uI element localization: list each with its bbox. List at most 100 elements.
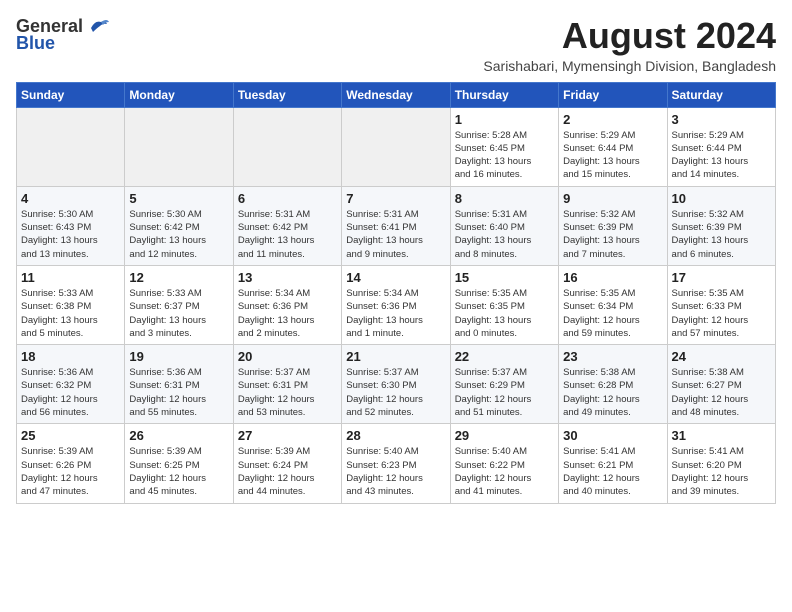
calendar-cell: 26Sunrise: 5:39 AMSunset: 6:25 PMDayligh… — [125, 424, 233, 503]
calendar-week-row: 1Sunrise: 5:28 AMSunset: 6:45 PMDaylight… — [17, 107, 776, 186]
day-number: 18 — [21, 349, 120, 364]
day-info: Sunrise: 5:35 AMSunset: 6:35 PMDaylight:… — [455, 287, 554, 340]
calendar-table: SundayMondayTuesdayWednesdayThursdayFrid… — [16, 82, 776, 504]
calendar-cell: 23 Sunrise: 5:38 AMSunset: 6:28 PMDayligh… — [559, 345, 667, 424]
day-info: Sunrise: 5:31 AMSunset: 6:42 PMDaylight:… — [238, 208, 337, 261]
calendar-cell: 13 Sunrise: 5:34 AMSunset: 6:36 PMDayligh… — [233, 265, 341, 344]
calendar-cell: 30Sunrise: 5:41 AMSunset: 6:21 PMDayligh… — [559, 424, 667, 503]
day-info: Sunrise: 5:31 AMSunset: 6:40 PMDaylight:… — [455, 208, 554, 261]
calendar-week-row: 18Sunrise: 5:36 AMSunset: 6:32 PMDayligh… — [17, 345, 776, 424]
calendar-cell: 28Sunrise: 5:40 AMSunset: 6:23 PMDayligh… — [342, 424, 450, 503]
day-info: Sunrise: 5:38 AMSunset: 6:28 PMDaylight:… — [563, 366, 662, 419]
day-number: 29 — [455, 428, 554, 443]
day-info: Sunrise: 5:30 AMSunset: 6:42 PMDaylight:… — [129, 208, 228, 261]
calendar-cell: 8 Sunrise: 5:31 AMSunset: 6:40 PMDaylight… — [450, 186, 558, 265]
day-number: 7 — [346, 191, 445, 206]
day-info: Sunrise: 5:40 AMSunset: 6:22 PMDaylight:… — [455, 445, 554, 498]
calendar-cell: 6 Sunrise: 5:31 AMSunset: 6:42 PMDaylight… — [233, 186, 341, 265]
weekday-header-tuesday: Tuesday — [233, 82, 341, 107]
day-number: 20 — [238, 349, 337, 364]
day-info: Sunrise: 5:35 AMSunset: 6:34 PMDaylight:… — [563, 287, 662, 340]
day-info: Sunrise: 5:37 AMSunset: 6:29 PMDaylight:… — [455, 366, 554, 419]
day-info: Sunrise: 5:33 AMSunset: 6:38 PMDaylight:… — [21, 287, 120, 340]
calendar-week-row: 4 Sunrise: 5:30 AMSunset: 6:43 PMDaylight… — [17, 186, 776, 265]
calendar-cell: 29 Sunrise: 5:40 AMSunset: 6:22 PMDayligh… — [450, 424, 558, 503]
calendar-cell: 15 Sunrise: 5:35 AMSunset: 6:35 PMDayligh… — [450, 265, 558, 344]
day-number: 17 — [672, 270, 771, 285]
calendar-cell — [17, 107, 125, 186]
calendar-cell: 10 Sunrise: 5:32 AMSunset: 6:39 PMDayligh… — [667, 186, 775, 265]
day-number: 14 — [346, 270, 445, 285]
day-number: 4 — [21, 191, 120, 206]
weekday-header-friday: Friday — [559, 82, 667, 107]
calendar-cell: 20 Sunrise: 5:37 AMSunset: 6:31 PMDayligh… — [233, 345, 341, 424]
calendar-cell: 27Sunrise: 5:39 AMSunset: 6:24 PMDayligh… — [233, 424, 341, 503]
calendar-cell: 17Sunrise: 5:35 AMSunset: 6:33 PMDayligh… — [667, 265, 775, 344]
day-number: 19 — [129, 349, 228, 364]
calendar-cell: 1Sunrise: 5:28 AMSunset: 6:45 PMDaylight… — [450, 107, 558, 186]
weekday-header-sunday: Sunday — [17, 82, 125, 107]
day-number: 25 — [21, 428, 120, 443]
calendar-cell: 4 Sunrise: 5:30 AMSunset: 6:43 PMDaylight… — [17, 186, 125, 265]
calendar-cell: 22 Sunrise: 5:37 AMSunset: 6:29 PMDayligh… — [450, 345, 558, 424]
header: General Blue August 2024 Sarishabari, My… — [16, 16, 776, 74]
calendar-cell: 25 Sunrise: 5:39 AMSunset: 6:26 PMDayligh… — [17, 424, 125, 503]
calendar-week-row: 11 Sunrise: 5:33 AMSunset: 6:38 PMDayligh… — [17, 265, 776, 344]
day-info: Sunrise: 5:39 AMSunset: 6:25 PMDaylight:… — [129, 445, 228, 498]
day-number: 1 — [455, 112, 554, 127]
calendar-cell — [233, 107, 341, 186]
calendar-cell: 12Sunrise: 5:33 AMSunset: 6:37 PMDayligh… — [125, 265, 233, 344]
calendar-cell: 3 Sunrise: 5:29 AMSunset: 6:44 PMDaylight… — [667, 107, 775, 186]
day-info: Sunrise: 5:29 AMSunset: 6:44 PMDaylight:… — [672, 129, 771, 182]
title-area: August 2024 Sarishabari, Mymensingh Divi… — [483, 16, 776, 74]
day-number: 23 — [563, 349, 662, 364]
day-number: 15 — [455, 270, 554, 285]
logo: General Blue — [16, 16, 109, 54]
day-info: Sunrise: 5:34 AMSunset: 6:36 PMDaylight:… — [238, 287, 337, 340]
day-number: 16 — [563, 270, 662, 285]
logo-bird-icon — [87, 18, 109, 36]
weekday-header-monday: Monday — [125, 82, 233, 107]
day-info: Sunrise: 5:37 AMSunset: 6:30 PMDaylight:… — [346, 366, 445, 419]
calendar-cell: 16 Sunrise: 5:35 AMSunset: 6:34 PMDayligh… — [559, 265, 667, 344]
day-number: 3 — [672, 112, 771, 127]
day-info: Sunrise: 5:39 AMSunset: 6:24 PMDaylight:… — [238, 445, 337, 498]
location-subtitle: Sarishabari, Mymensingh Division, Bangla… — [483, 58, 776, 74]
day-info: Sunrise: 5:30 AMSunset: 6:43 PMDaylight:… — [21, 208, 120, 261]
day-number: 11 — [21, 270, 120, 285]
calendar-cell: 11 Sunrise: 5:33 AMSunset: 6:38 PMDayligh… — [17, 265, 125, 344]
day-number: 9 — [563, 191, 662, 206]
calendar-cell: 5 Sunrise: 5:30 AMSunset: 6:42 PMDaylight… — [125, 186, 233, 265]
day-number: 2 — [563, 112, 662, 127]
day-number: 22 — [455, 349, 554, 364]
day-info: Sunrise: 5:29 AMSunset: 6:44 PMDaylight:… — [563, 129, 662, 182]
weekday-header-thursday: Thursday — [450, 82, 558, 107]
day-number: 5 — [129, 191, 228, 206]
calendar-cell: 14 Sunrise: 5:34 AMSunset: 6:36 PMDayligh… — [342, 265, 450, 344]
calendar-cell: 24 Sunrise: 5:38 AMSunset: 6:27 PMDayligh… — [667, 345, 775, 424]
day-info: Sunrise: 5:32 AMSunset: 6:39 PMDaylight:… — [563, 208, 662, 261]
day-info: Sunrise: 5:40 AMSunset: 6:23 PMDaylight:… — [346, 445, 445, 498]
calendar-cell: 31 Sunrise: 5:41 AMSunset: 6:20 PMDayligh… — [667, 424, 775, 503]
day-number: 21 — [346, 349, 445, 364]
day-number: 6 — [238, 191, 337, 206]
day-number: 31 — [672, 428, 771, 443]
day-info: Sunrise: 5:41 AMSunset: 6:20 PMDaylight:… — [672, 445, 771, 498]
day-number: 13 — [238, 270, 337, 285]
day-number: 10 — [672, 191, 771, 206]
day-number: 24 — [672, 349, 771, 364]
weekday-header-saturday: Saturday — [667, 82, 775, 107]
day-number: 12 — [129, 270, 228, 285]
day-info: Sunrise: 5:38 AMSunset: 6:27 PMDaylight:… — [672, 366, 771, 419]
calendar-cell: 19Sunrise: 5:36 AMSunset: 6:31 PMDayligh… — [125, 345, 233, 424]
calendar-cell — [125, 107, 233, 186]
day-number: 8 — [455, 191, 554, 206]
day-info: Sunrise: 5:34 AMSunset: 6:36 PMDaylight:… — [346, 287, 445, 340]
calendar-cell: 7Sunrise: 5:31 AMSunset: 6:41 PMDaylight… — [342, 186, 450, 265]
day-info: Sunrise: 5:41 AMSunset: 6:21 PMDaylight:… — [563, 445, 662, 498]
day-info: Sunrise: 5:39 AMSunset: 6:26 PMDaylight:… — [21, 445, 120, 498]
weekday-header-wednesday: Wednesday — [342, 82, 450, 107]
weekday-header-row: SundayMondayTuesdayWednesdayThursdayFrid… — [17, 82, 776, 107]
day-info: Sunrise: 5:37 AMSunset: 6:31 PMDaylight:… — [238, 366, 337, 419]
day-info: Sunrise: 5:32 AMSunset: 6:39 PMDaylight:… — [672, 208, 771, 261]
